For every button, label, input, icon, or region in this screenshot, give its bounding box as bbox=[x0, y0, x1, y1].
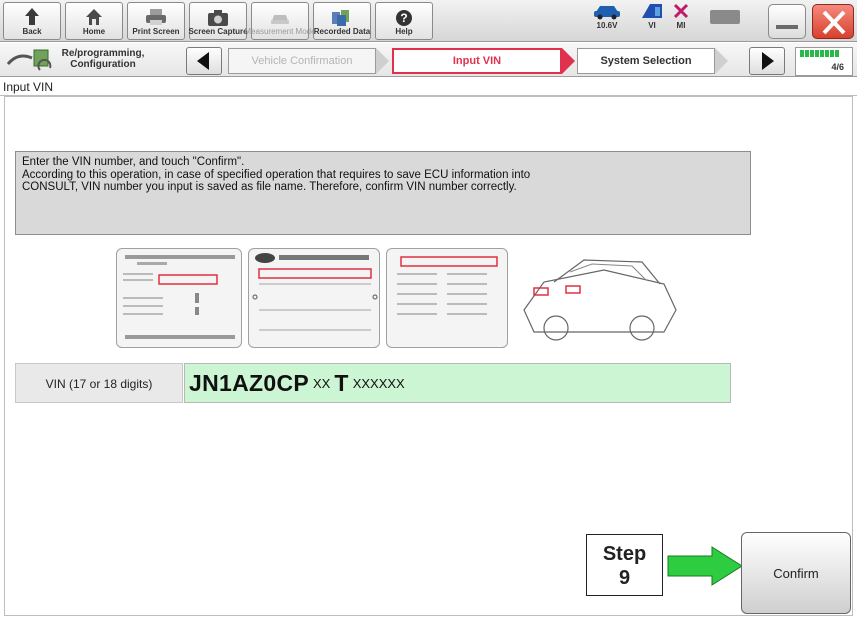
vi-connector-icon bbox=[642, 4, 662, 18]
instruction-line: According to this operation, in case of … bbox=[22, 168, 531, 181]
measurement-mode-label: Measurement Mode bbox=[244, 27, 316, 36]
measurement-car-icon bbox=[271, 15, 289, 24]
printer-icon bbox=[146, 9, 166, 25]
battery-icon bbox=[710, 10, 740, 24]
vin-plate-iberica-image bbox=[248, 248, 380, 348]
step-input-vin: Input VIN bbox=[392, 48, 562, 74]
page-indicator: 4/6 bbox=[795, 47, 853, 76]
mi-label: MI bbox=[676, 21, 686, 30]
home-label: Home bbox=[82, 27, 106, 36]
vi-status: VI bbox=[640, 2, 664, 30]
step-callout-number: 9 bbox=[618, 567, 631, 589]
screen-capture-button[interactable]: Screen Capture bbox=[188, 2, 248, 40]
vin-input-field[interactable]: JN1AZ0CP XX T XXXXXX bbox=[184, 363, 731, 403]
vin-value-part: JN1AZ0CP bbox=[189, 369, 309, 396]
measurement-mode-button: Measurement Mode bbox=[244, 2, 316, 40]
recorded-data-label: Recorded Data bbox=[313, 27, 371, 36]
green-arrow-icon bbox=[667, 546, 743, 586]
home-icon bbox=[86, 9, 102, 25]
camera-icon bbox=[208, 10, 228, 26]
screen-capture-label: Screen Capture bbox=[188, 27, 248, 36]
screen-title: Input VIN bbox=[0, 78, 857, 96]
help-icon: ? bbox=[396, 10, 412, 26]
triangle-left-icon bbox=[197, 52, 209, 70]
car-icon bbox=[594, 6, 620, 20]
recorded-data-button[interactable]: Recorded Data bbox=[313, 2, 371, 40]
back-arrow-icon bbox=[25, 8, 39, 25]
confirm-button[interactable]: Confirm bbox=[741, 532, 851, 614]
voltage-label: 10.6V bbox=[596, 21, 618, 30]
close-button[interactable] bbox=[812, 4, 854, 39]
mi-status: MI bbox=[672, 2, 690, 30]
help-button[interactable]: ? Help bbox=[375, 2, 433, 40]
svg-text:?: ? bbox=[400, 11, 407, 25]
breadcrumb-section-title: Re/programming, Configuration bbox=[61, 48, 145, 70]
triangle-right-icon bbox=[762, 52, 774, 70]
home-button[interactable]: Home bbox=[65, 2, 123, 40]
battery-voltage-status: 10.6V bbox=[592, 2, 622, 30]
help-label: Help bbox=[395, 27, 413, 36]
step-system-selection: System Selection bbox=[577, 48, 715, 74]
progress-bars-icon bbox=[800, 50, 839, 57]
previous-step-button[interactable] bbox=[186, 47, 222, 75]
vin-plate-euro-image bbox=[386, 248, 508, 348]
instructions-box: Enter the VIN number, and touch "Confirm… bbox=[15, 151, 751, 235]
instruction-line: Enter the VIN number, and touch "Confirm… bbox=[22, 156, 245, 168]
step-callout: Step 9 bbox=[586, 534, 663, 596]
vehicle-vin-location-image bbox=[523, 259, 677, 341]
vin-plate-japanese-image bbox=[116, 248, 242, 348]
vin-location-illustration bbox=[116, 248, 686, 350]
step-separator-arrow bbox=[376, 48, 389, 74]
mi-disconnected-x-icon bbox=[673, 3, 689, 19]
close-icon bbox=[822, 10, 846, 35]
page-number: 4/6 bbox=[831, 62, 844, 72]
recorded-data-icon bbox=[332, 10, 349, 26]
instruction-line: CONSULT, VIN number you input is saved a… bbox=[22, 181, 517, 193]
next-step-button[interactable] bbox=[749, 47, 785, 75]
back-label: Back bbox=[22, 27, 42, 36]
minimize-button[interactable] bbox=[768, 4, 806, 39]
step-separator-arrow bbox=[562, 48, 575, 74]
print-screen-button[interactable]: Print Screen bbox=[127, 2, 185, 40]
back-button[interactable]: Back bbox=[3, 2, 61, 40]
vin-value-part: T bbox=[334, 369, 349, 396]
vin-value-part: XXXXXX bbox=[352, 375, 405, 391]
vi-label: VI bbox=[648, 21, 656, 30]
vin-value-part: XX bbox=[313, 375, 331, 391]
vin-field-label: VIN (17 or 18 digits) bbox=[15, 363, 183, 403]
step-callout-line: Step bbox=[602, 543, 647, 565]
print-screen-label: Print Screen bbox=[132, 27, 180, 36]
step-separator-arrow bbox=[715, 48, 728, 74]
step-vehicle-confirmation: Vehicle Confirmation bbox=[228, 48, 376, 74]
reprogramming-icon bbox=[4, 48, 56, 74]
